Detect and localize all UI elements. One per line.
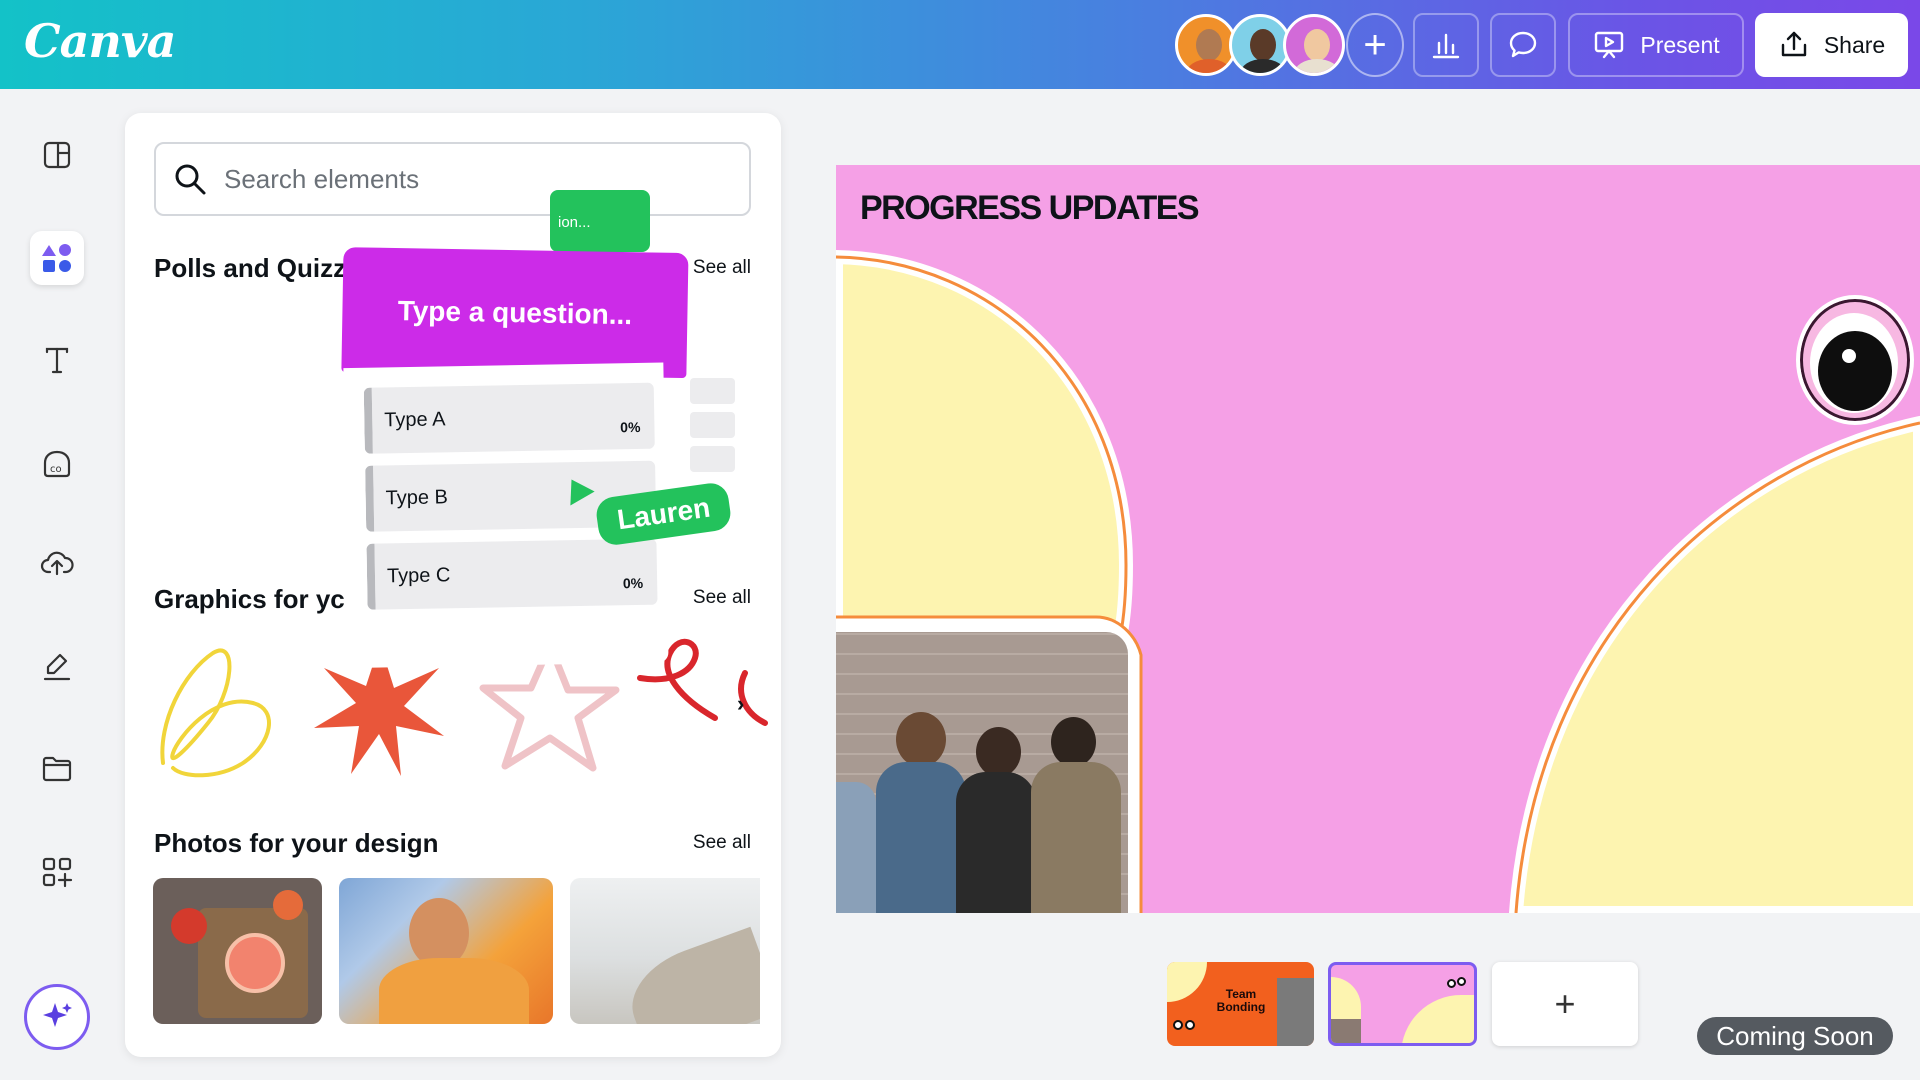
poll-widget[interactable]: Type a question... Type A 0% Type B Type… (341, 247, 703, 673)
scroll-right-chevron-icon[interactable]: › (737, 691, 744, 717)
design-icon (43, 141, 71, 169)
folder-icon (42, 756, 72, 782)
poll-option-percent: 0% (620, 418, 641, 436)
avatar[interactable] (1283, 14, 1345, 76)
rail-design[interactable] (30, 128, 84, 182)
text-icon (45, 347, 69, 374)
section-title-graphics: Graphics for yc (154, 584, 345, 614)
rail-draw[interactable] (30, 640, 84, 694)
page-thumbnail-2[interactable] (1328, 962, 1477, 1046)
brand-icon: co (43, 450, 71, 478)
present-button[interactable]: Present (1568, 13, 1744, 77)
thumbnail-title: Team Bonding (1216, 987, 1266, 1014)
rail-text[interactable] (30, 333, 84, 387)
avatar[interactable] (1175, 14, 1237, 76)
see-all-photos-link[interactable]: See all (693, 832, 751, 854)
sparkle-icon (43, 1003, 72, 1027)
add-collaborator-button[interactable]: + (1346, 13, 1404, 77)
comment-icon (1509, 31, 1537, 58)
present-label: Present (1640, 31, 1720, 58)
coming-soon-badge: Coming Soon (1697, 1017, 1893, 1055)
insights-button[interactable] (1413, 13, 1479, 77)
googly-eyes-sticker[interactable] (1796, 283, 1920, 425)
poll-option-c[interactable]: Type C 0% (366, 538, 658, 610)
share-label: Share (1823, 31, 1886, 58)
see-all-polls-link[interactable]: See all (693, 257, 751, 279)
photo-coast-fog[interactable] (570, 878, 760, 1024)
avatar[interactable] (1229, 14, 1291, 76)
collaborator-avatars (1175, 14, 1345, 76)
rail-uploads[interactable] (30, 536, 84, 590)
comments-button[interactable] (1490, 13, 1556, 77)
present-icon (1595, 31, 1624, 59)
section-title-polls: Polls and Quizze (154, 253, 361, 283)
rail-projects[interactable] (30, 742, 84, 796)
photo-man-sunset[interactable] (339, 878, 553, 1024)
poll-option-percent: 0% (622, 574, 644, 592)
section-title-photos: Photos for your design (154, 828, 439, 858)
top-bar: Canva + Present Share (0, 0, 1920, 89)
canva-logo[interactable]: Canva (24, 14, 176, 68)
cloud-upload-icon (40, 551, 74, 576)
slide-title[interactable]: PROGRESS UPDATES (860, 189, 1200, 228)
share-button[interactable]: Share (1755, 13, 1908, 77)
poll-option-label: Type B (385, 485, 449, 509)
svg-text:co: co (50, 464, 62, 475)
poll-question[interactable]: Type a question... (341, 247, 689, 379)
rail-brand[interactable]: co (30, 437, 84, 491)
magic-assistant-button[interactable] (24, 984, 90, 1050)
rail-elements[interactable] (30, 231, 84, 285)
rail-apps[interactable] (30, 845, 84, 899)
page-thumbnail-1[interactable]: Team Bonding (1167, 962, 1314, 1046)
add-page-button[interactable]: + (1492, 962, 1638, 1046)
search-icon (175, 164, 206, 195)
poll-option-a[interactable]: Type A 0% (363, 382, 655, 454)
poll-option-label: Type C (386, 563, 451, 587)
chart-icon (1432, 33, 1460, 59)
photo-grapefruit[interactable] (153, 878, 322, 1024)
slide-canvas[interactable]: PROGRESS UPDATES (836, 165, 1920, 913)
slide-group-photo[interactable] (836, 632, 1128, 913)
poll-green-card: ion... (550, 190, 650, 252)
poll-option-label: Type A (384, 407, 446, 431)
draw-icon (43, 653, 71, 681)
apps-icon (42, 857, 73, 888)
elements-icon (42, 244, 71, 272)
upload-icon (1781, 31, 1807, 57)
graphic-yellow-scribble[interactable] (153, 633, 303, 783)
search-box[interactable] (154, 142, 751, 216)
